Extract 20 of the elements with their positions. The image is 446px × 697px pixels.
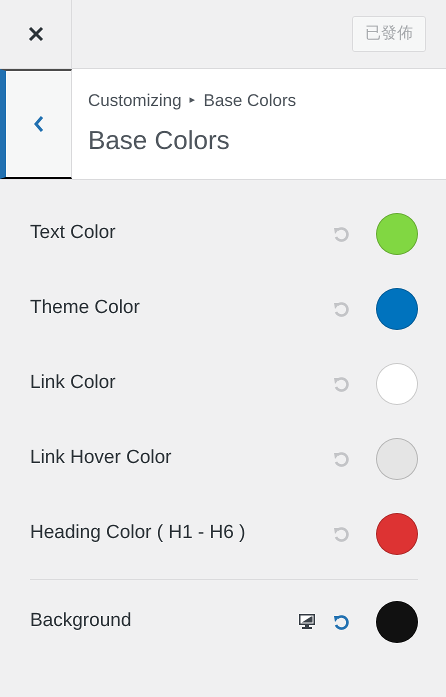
color-swatch[interactable]: [376, 212, 418, 254]
back-icon: [32, 114, 44, 134]
breadcrumb-current: Base Colors: [204, 90, 296, 112]
section-title: Base Colors: [88, 124, 231, 158]
breadcrumb-separator: ▸: [190, 93, 196, 108]
control-label: Heading Color ( H1 - H6 ): [30, 521, 246, 546]
control-label: Text Color: [30, 221, 117, 246]
control-label: Link Hover Color: [30, 446, 172, 470]
control-label: Theme Color: [30, 296, 141, 320]
control-label: Link Color: [30, 371, 117, 396]
control-label: Background: [30, 609, 132, 634]
breadcrumb-parent: Customizing: [88, 90, 182, 112]
color-swatch[interactable]: [376, 438, 418, 480]
close-icon: [26, 25, 44, 43]
color-swatch[interactable]: [376, 512, 418, 554]
color-swatch[interactable]: [376, 288, 418, 330]
desktop-icon[interactable]: [298, 613, 316, 630]
back-button[interactable]: [0, 69, 72, 179]
color-swatch[interactable]: [376, 600, 418, 642]
color-swatch[interactable]: [376, 362, 418, 404]
